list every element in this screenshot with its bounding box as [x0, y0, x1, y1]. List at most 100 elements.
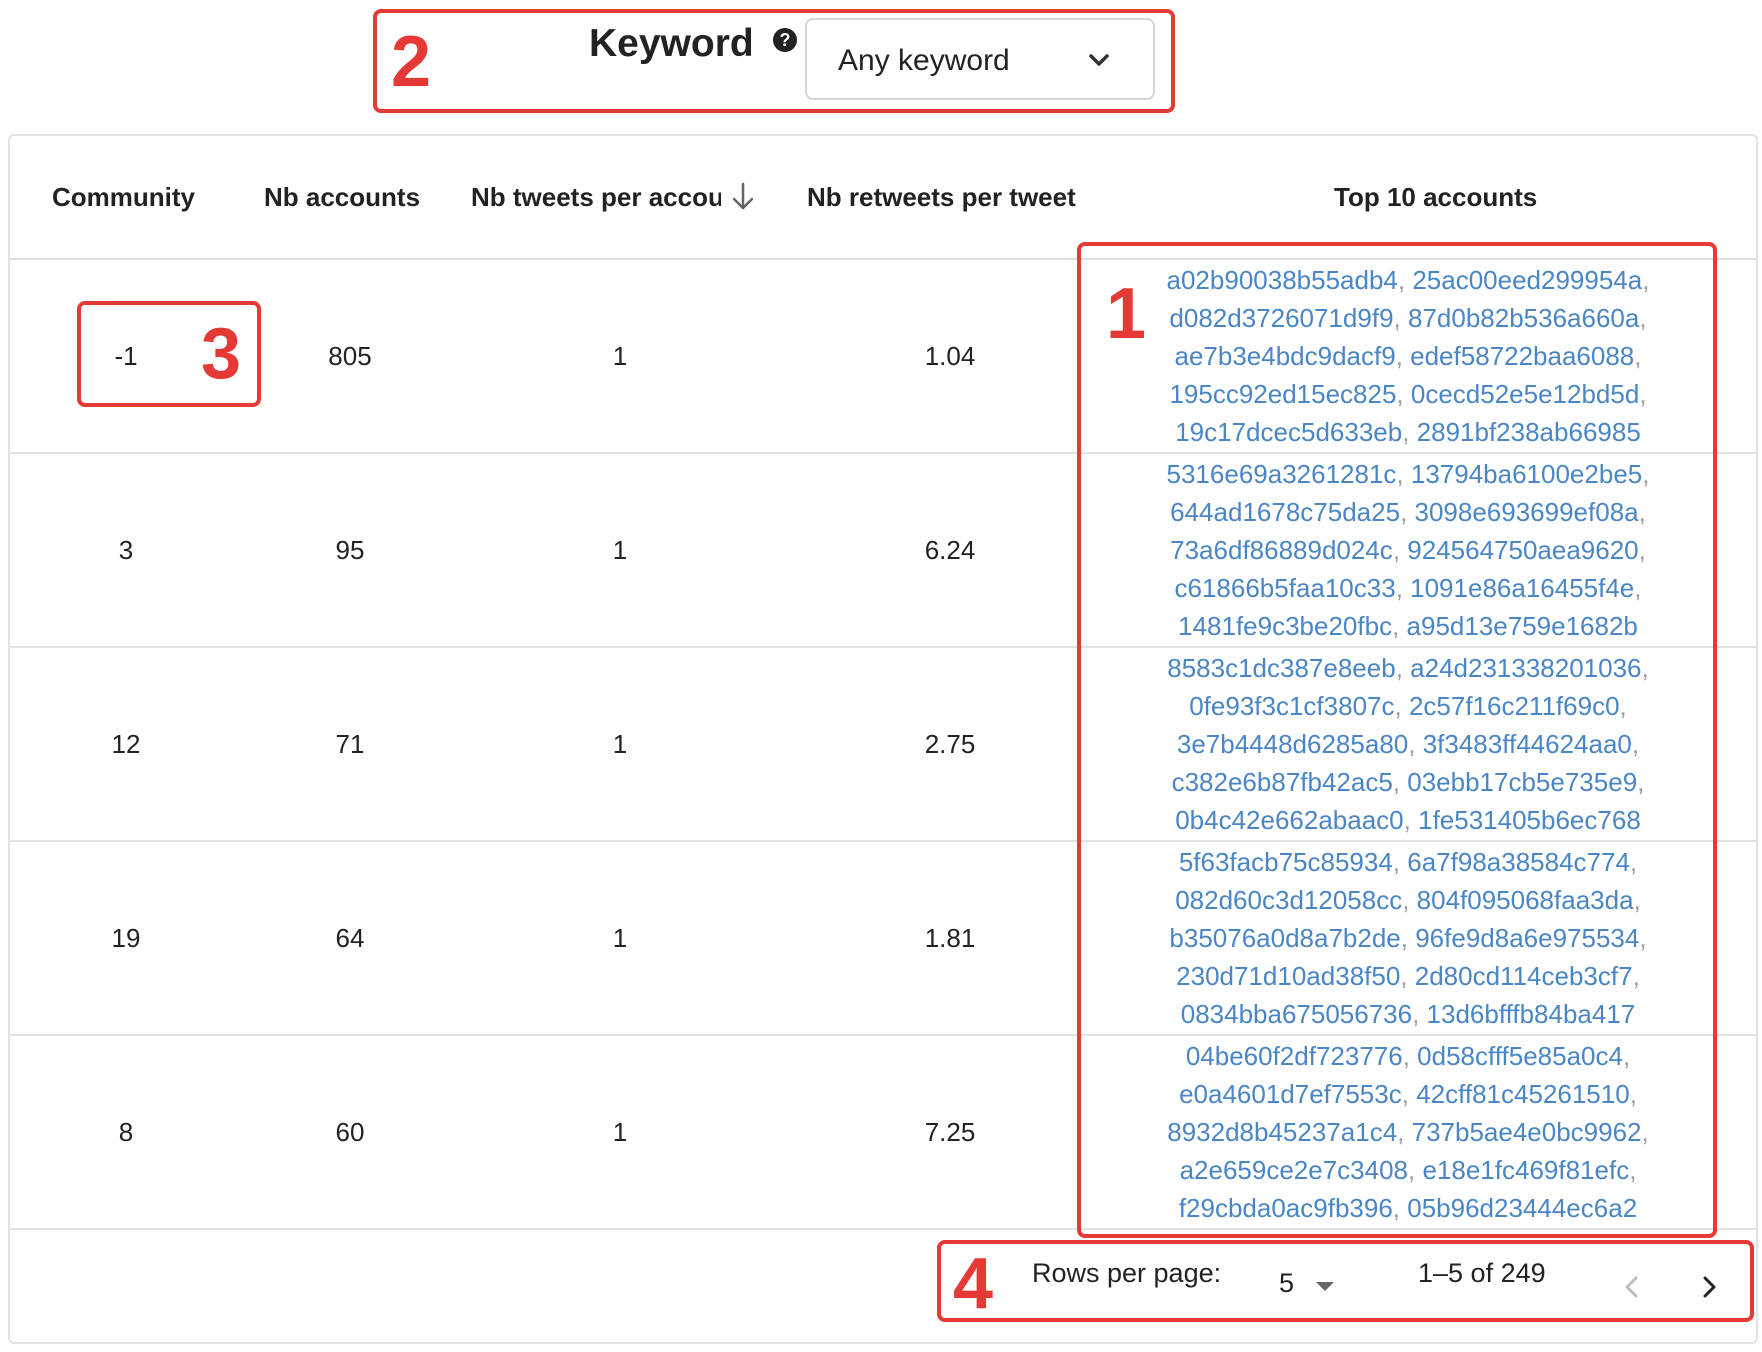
- account-link[interactable]: edef58722baa6088: [1410, 341, 1634, 371]
- cell-nb-tweets: 1: [612, 534, 628, 565]
- account-link[interactable]: 8583c1dc387e8eeb: [1167, 653, 1395, 683]
- account-link[interactable]: 87d0b82b536a660a: [1408, 303, 1639, 333]
- table-row: 19 64 1 1.81 5f63facb75c85934, 6a7f98a38584c…: [10, 842, 1756, 1036]
- caret-down-icon[interactable]: [1316, 1282, 1334, 1291]
- account-link[interactable]: ae7b3e4bdc9dacf9: [1174, 341, 1395, 371]
- account-pair: c382e6b87fb42ac5, 03ebb17cb5e735e9,: [1171, 767, 1645, 797]
- account-link[interactable]: 05b96d23444ec6a2: [1407, 1193, 1637, 1223]
- account-pair: c61866b5faa10c33, 1091e86a16455f4e,: [1174, 573, 1642, 603]
- account-link[interactable]: a24d231338201036: [1410, 653, 1641, 683]
- table-row: -1 805 1 1.04 a02b90038b55adb4, 25ac00eed299…: [10, 260, 1756, 454]
- cell-nb-retweets: 2.75: [924, 728, 976, 759]
- header-nb-retweets[interactable]: Nb retweets per tweet: [807, 182, 1076, 213]
- account-link[interactable]: 1fe531405b6ec768: [1418, 805, 1641, 835]
- cell-nb-retweets: 7.25: [924, 1116, 976, 1147]
- sort-arrow-down-icon[interactable]: [727, 180, 759, 214]
- cell-nb-accounts: 71: [335, 728, 365, 759]
- account-link[interactable]: a95d13e759e1682b: [1407, 611, 1638, 641]
- account-link[interactable]: 13d6bfffb84ba417: [1427, 999, 1636, 1029]
- account-link[interactable]: 644ad1678c75da25: [1170, 497, 1400, 527]
- account-link[interactable]: 2d80cd114ceb3cf7: [1415, 961, 1633, 991]
- account-link[interactable]: 13794ba6100e2be5: [1411, 459, 1642, 489]
- account-link[interactable]: 924564750aea9620: [1407, 535, 1638, 565]
- account-pair: 1481fe9c3be20fbc, a95d13e759e1682b: [1178, 611, 1638, 641]
- account-link[interactable]: e0a4601d7ef7553c: [1179, 1079, 1402, 1109]
- rows-per-page-select[interactable]: 5: [1279, 1268, 1294, 1299]
- account-link[interactable]: 2891bf238ab66985: [1417, 417, 1641, 447]
- account-link[interactable]: 25ac00eed299954a: [1412, 265, 1642, 295]
- account-link[interactable]: 2c57f16c211f69c0: [1409, 691, 1620, 721]
- chevron-down-icon: [1089, 54, 1109, 66]
- account-link[interactable]: b35076a0d8a7b2de: [1169, 923, 1400, 953]
- help-icon[interactable]: ?: [773, 28, 797, 52]
- cell-community: 8: [118, 1116, 134, 1147]
- cell-nb-retweets: 1.81: [924, 922, 976, 953]
- account-pair: 0b4c42e662abaac0, 1fe531405b6ec768: [1175, 805, 1641, 835]
- account-link[interactable]: c382e6b87fb42ac5: [1172, 767, 1393, 797]
- cell-top-accounts: 5316e69a3261281c, 13794ba6100e2be5, 644ad…: [1118, 454, 1698, 646]
- cell-community: 12: [111, 728, 141, 759]
- account-pair: 0fe93f3c1cf3807c, 2c57f16c211f69c0,: [1189, 691, 1627, 721]
- account-link[interactable]: 3e7b4448d6285a80: [1177, 729, 1408, 759]
- account-link[interactable]: 03ebb17cb5e735e9: [1407, 767, 1637, 797]
- account-pair: 195cc92ed15ec825, 0cecd52e5e12bd5d,: [1169, 379, 1647, 409]
- account-pair: 73a6df86889d024c, 924564750aea9620,: [1170, 535, 1646, 565]
- cell-nb-accounts: 95: [335, 534, 365, 565]
- account-pair: d082d3726071d9f9, 87d0b82b536a660a,: [1169, 303, 1647, 333]
- account-link[interactable]: 1091e86a16455f4e: [1410, 573, 1634, 603]
- account-link[interactable]: e18e1fc469f81efc: [1422, 1155, 1629, 1185]
- account-link[interactable]: 0834bba675056736: [1181, 999, 1412, 1029]
- account-pair: 644ad1678c75da25, 3098e693699ef08a,: [1170, 497, 1646, 527]
- table-row: 8 60 1 7.25 04be60f2df723776, 0d58cfff5e85a0…: [10, 1036, 1756, 1230]
- account-link[interactable]: 082d60c3d12058cc: [1175, 885, 1402, 915]
- account-link[interactable]: a2e659ce2e7c3408: [1180, 1155, 1408, 1185]
- table-row: 12 71 1 2.75 8583c1dc387e8eeb, a24d231338201…: [10, 648, 1756, 842]
- account-link[interactable]: 5316e69a3261281c: [1167, 459, 1397, 489]
- account-pair: 04be60f2df723776, 0d58cfff5e85a0c4,: [1185, 1041, 1631, 1071]
- cell-nb-tweets: 1: [612, 728, 628, 759]
- account-link[interactable]: 804f095068faa3da: [1417, 885, 1634, 915]
- cell-top-accounts: 04be60f2df723776, 0d58cfff5e85a0c4, e0a46…: [1118, 1036, 1698, 1228]
- account-link[interactable]: 8932d8b45237a1c4: [1167, 1117, 1397, 1147]
- account-link[interactable]: 0fe93f3c1cf3807c: [1189, 691, 1394, 721]
- chevron-left-icon[interactable]: [1618, 1270, 1644, 1304]
- account-link[interactable]: 96fe9d8a6e975534: [1415, 923, 1639, 953]
- cell-nb-accounts: 805: [328, 340, 372, 371]
- account-link[interactable]: 0cecd52e5e12bd5d: [1411, 379, 1639, 409]
- account-pair: b35076a0d8a7b2de, 96fe9d8a6e975534,: [1169, 923, 1647, 953]
- header-nb-accounts[interactable]: Nb accounts: [264, 182, 420, 213]
- account-link[interactable]: 73a6df86889d024c: [1170, 535, 1393, 565]
- account-link[interactable]: 19c17dcec5d633eb: [1175, 417, 1402, 447]
- account-link[interactable]: 230d71d10ad38f50: [1176, 961, 1400, 991]
- annotation-label-4: 4: [953, 1244, 994, 1324]
- account-link[interactable]: d082d3726071d9f9: [1169, 303, 1393, 333]
- header-community[interactable]: Community: [52, 182, 195, 213]
- account-link[interactable]: a02b90038b55adb4: [1167, 265, 1398, 295]
- header-nb-tweets[interactable]: Nb tweets per account: [471, 182, 721, 213]
- keyword-select[interactable]: Any keyword: [805, 18, 1155, 100]
- cell-top-accounts: 8583c1dc387e8eeb, a24d231338201036, 0fe93…: [1118, 648, 1698, 840]
- account-pair: 5f63facb75c85934, 6a7f98a38584c774,: [1178, 847, 1638, 877]
- account-pair: 5316e69a3261281c, 13794ba6100e2be5,: [1166, 459, 1650, 489]
- account-link[interactable]: 0d58cfff5e85a0c4: [1417, 1041, 1623, 1071]
- annotation-label-3: 3: [201, 314, 242, 394]
- account-link[interactable]: 42cff81c45261510: [1416, 1079, 1630, 1109]
- account-link[interactable]: 04be60f2df723776: [1186, 1041, 1403, 1071]
- cell-community: -1: [114, 340, 138, 371]
- chevron-right-icon[interactable]: [1697, 1270, 1723, 1304]
- account-link[interactable]: 5f63facb75c85934: [1179, 847, 1393, 877]
- account-link[interactable]: f29cbda0ac9fb396: [1179, 1193, 1393, 1223]
- account-link[interactable]: 3098e693699ef08a: [1415, 497, 1639, 527]
- account-link[interactable]: 737b5ae4e0bc9962: [1412, 1117, 1642, 1147]
- account-link[interactable]: 3f3483ff44624aa0: [1423, 729, 1632, 759]
- table-header: Community Nb accounts Nb tweets per acco…: [10, 136, 1756, 260]
- account-link[interactable]: c61866b5faa10c33: [1174, 573, 1395, 603]
- account-link[interactable]: 0b4c42e662abaac0: [1175, 805, 1403, 835]
- account-link[interactable]: 1481fe9c3be20fbc: [1178, 611, 1392, 641]
- cell-nb-tweets: 1: [612, 1116, 628, 1147]
- cell-nb-retweets: 6.24: [924, 534, 976, 565]
- account-link[interactable]: 6a7f98a38584c774: [1407, 847, 1630, 877]
- account-link[interactable]: 195cc92ed15ec825: [1169, 379, 1396, 409]
- account-pair: f29cbda0ac9fb396, 05b96d23444ec6a2: [1178, 1193, 1638, 1223]
- cell-community: 3: [118, 534, 134, 565]
